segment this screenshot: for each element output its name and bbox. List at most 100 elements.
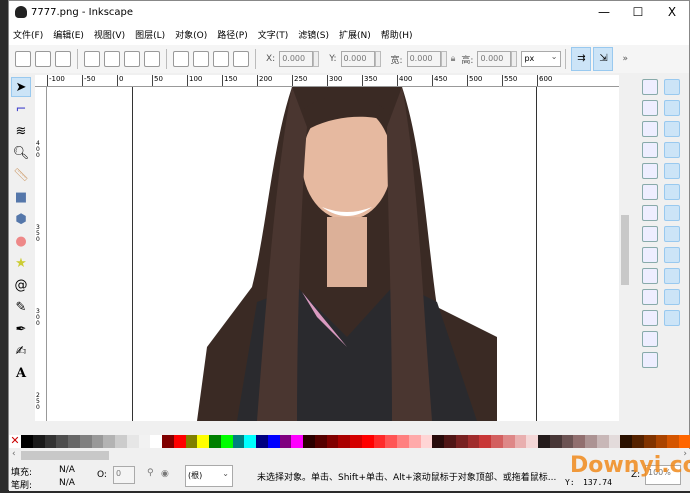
color-swatch[interactable] <box>220 435 233 448</box>
rotate-cw-icon[interactable] <box>104 51 120 67</box>
copy-icon[interactable] <box>642 247 658 263</box>
color-swatch[interactable] <box>138 435 151 448</box>
snap-enable-icon[interactable] <box>664 79 680 95</box>
color-swatch[interactable] <box>679 435 690 448</box>
color-swatch[interactable] <box>197 435 209 448</box>
color-swatch[interactable] <box>491 435 503 448</box>
color-swatch[interactable] <box>361 435 374 448</box>
snap-paths-icon[interactable] <box>664 184 680 200</box>
spiral-tool-icon[interactable]: @ <box>11 275 31 295</box>
color-swatch[interactable] <box>303 435 315 448</box>
lower-icon[interactable] <box>213 51 229 67</box>
color-swatch[interactable] <box>244 435 256 448</box>
vertical-scroll-thumb[interactable] <box>621 215 629 285</box>
rotate-ccw-icon[interactable] <box>84 51 100 67</box>
text-tool-icon[interactable]: A <box>11 363 31 383</box>
more-button[interactable]: » <box>622 54 628 64</box>
color-swatch[interactable] <box>538 435 550 448</box>
color-swatch[interactable] <box>385 435 397 448</box>
color-swatch[interactable] <box>162 435 174 448</box>
open-icon[interactable] <box>642 100 658 116</box>
opacity-input[interactable]: 0 <box>113 466 135 484</box>
menu-layer[interactable]: 图层(L) <box>135 28 165 41</box>
color-swatch[interactable] <box>585 435 597 448</box>
width-spinner[interactable] <box>440 51 447 67</box>
color-swatch[interactable] <box>467 435 480 448</box>
snap-bbox-corner-icon[interactable] <box>664 142 680 158</box>
color-swatch[interactable] <box>150 435 162 448</box>
flip-vertical-icon[interactable] <box>144 51 160 67</box>
color-swatch[interactable] <box>444 435 456 448</box>
y-input[interactable]: 0.000 <box>340 51 375 67</box>
deselect-icon[interactable] <box>55 51 71 67</box>
save-icon[interactable] <box>642 121 658 137</box>
snap-smooth-icon[interactable] <box>664 247 680 263</box>
color-swatch[interactable] <box>479 435 491 448</box>
lower-to-bottom-icon[interactable] <box>233 51 249 67</box>
color-swatch[interactable] <box>185 435 198 448</box>
menu-file[interactable]: 文件(F) <box>13 28 43 41</box>
node-tool-icon[interactable]: ⌐ <box>11 99 31 119</box>
height-input[interactable]: 0.000 <box>477 51 512 67</box>
snap-intersections-icon[interactable] <box>664 205 680 221</box>
horizontal-ruler[interactable]: -100 -50 0 50 100 150 200 250 300 350 40… <box>35 75 619 87</box>
color-swatch[interactable] <box>56 435 68 448</box>
color-swatch[interactable] <box>632 435 644 448</box>
x-input[interactable]: 0.000 <box>279 51 314 67</box>
ellipse-tool-icon[interactable]: ● <box>11 231 31 251</box>
scale-stroke-toggle-icon[interactable]: ⇉ <box>571 47 592 71</box>
redo-icon[interactable] <box>642 226 658 242</box>
color-swatch[interactable] <box>408 435 421 448</box>
color-swatch[interactable] <box>44 435 57 448</box>
vertical-ruler[interactable]: 400 350 300 250 <box>35 87 47 421</box>
snap-bbox-edge-icon[interactable] <box>664 121 680 137</box>
print-icon[interactable] <box>642 142 658 158</box>
pen-tool-icon[interactable]: ✒ <box>11 319 31 339</box>
star-tool-icon[interactable]: ★ <box>11 253 31 273</box>
close-button[interactable]: X <box>655 1 689 23</box>
color-swatch[interactable] <box>620 435 632 448</box>
calligraphy-tool-icon[interactable]: ✍ <box>11 341 31 361</box>
horizontal-scroll-thumb[interactable] <box>21 451 109 460</box>
layer-lock-icon[interactable]: ⚲ <box>147 468 154 478</box>
tweak-tool-icon[interactable]: ≋ <box>11 121 31 141</box>
snap-page-icon[interactable] <box>664 310 680 326</box>
menu-edit[interactable]: 编辑(E) <box>53 28 84 41</box>
color-swatch[interactable] <box>279 435 292 448</box>
color-swatch[interactable] <box>326 435 339 448</box>
layer-select[interactable]: (根) <box>185 464 233 487</box>
rectangle-tool-icon[interactable]: ■ <box>11 187 31 207</box>
pencil-tool-icon[interactable]: ✎ <box>11 297 31 317</box>
height-spinner[interactable] <box>511 51 518 67</box>
snap-nodes-icon[interactable] <box>664 163 680 179</box>
color-swatch[interactable] <box>173 435 186 448</box>
color-swatch[interactable] <box>232 435 245 448</box>
color-swatch[interactable] <box>549 435 562 448</box>
color-swatch[interactable] <box>103 435 115 448</box>
color-swatch[interactable] <box>373 435 386 448</box>
vertical-scrollbar[interactable] <box>619 75 631 421</box>
color-swatch[interactable] <box>126 435 139 448</box>
menu-text[interactable]: 文字(T) <box>258 28 289 41</box>
select-all-icon[interactable] <box>15 51 31 67</box>
menu-object[interactable]: 对象(O) <box>175 28 207 41</box>
snap-centers-icon[interactable] <box>664 289 680 305</box>
fill-value[interactable]: N/A <box>59 465 75 475</box>
color-swatch[interactable] <box>267 435 280 448</box>
export-icon[interactable] <box>642 184 658 200</box>
new-document-icon[interactable] <box>642 79 658 95</box>
color-swatch[interactable] <box>514 435 527 448</box>
menu-path[interactable]: 路径(P) <box>217 28 247 41</box>
color-swatch[interactable] <box>32 435 45 448</box>
menu-filters[interactable]: 滤镜(S) <box>298 28 329 41</box>
3d-box-tool-icon[interactable]: ⬢ <box>11 209 31 229</box>
color-swatch[interactable] <box>338 435 350 448</box>
zoom-page-icon[interactable] <box>642 352 658 368</box>
color-swatch[interactable] <box>209 435 221 448</box>
photo-image[interactable] <box>197 87 497 421</box>
color-swatch[interactable] <box>596 435 609 448</box>
paste-icon[interactable] <box>642 289 658 305</box>
lock-icon[interactable]: 🔒︎ <box>451 54 456 64</box>
select-all-layers-icon[interactable] <box>35 51 51 67</box>
raise-icon[interactable] <box>193 51 209 67</box>
